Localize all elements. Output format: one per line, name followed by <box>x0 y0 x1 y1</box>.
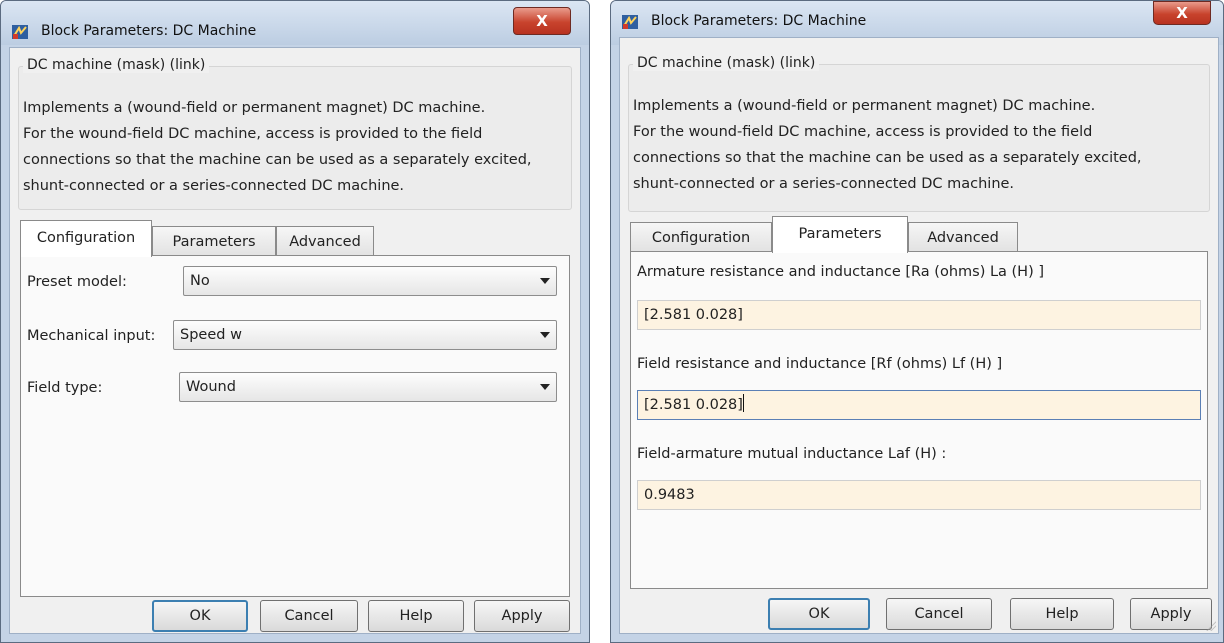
group-title: DC machine (mask) (link) <box>23 57 210 73</box>
block-parameters-dialog-configuration: Block Parameters: DC Machine X DC machin… <box>0 0 590 643</box>
dialog-body: DC machine (mask) (link) Implements a (w… <box>619 37 1219 634</box>
tab-parameters[interactable]: Parameters <box>152 226 276 256</box>
window-title: Block Parameters: DC Machine <box>651 13 867 29</box>
mechanical-input-select[interactable]: Speed w <box>173 320 557 350</box>
description-line: For the wound-field DC machine, access i… <box>23 126 483 142</box>
configuration-panel: Preset model: No Mechanical input: Speed… <box>20 255 570 597</box>
mutual-inductance-input[interactable]: 0.9483 <box>637 480 1201 510</box>
cancel-button[interactable]: Cancel <box>260 600 358 632</box>
tab-advanced[interactable]: Advanced <box>276 226 374 256</box>
group-title: DC machine (mask) (link) <box>633 55 820 71</box>
chevron-down-icon <box>540 278 550 284</box>
armature-label: Armature resistance and inductance [Ra (… <box>637 264 1045 280</box>
help-button[interactable]: Help <box>368 600 464 632</box>
description: Implements a (wound-field or permanent m… <box>633 93 1142 197</box>
mutual-inductance-value: 0.9483 <box>644 487 695 503</box>
text-cursor <box>742 394 744 412</box>
apply-button[interactable]: Apply <box>1130 598 1212 630</box>
preset-model-value: No <box>190 273 210 289</box>
description-line: shunt-connected or a series-connected DC… <box>23 178 405 194</box>
field-resistance-label: Field resistance and inductance [Rf (ohm… <box>637 356 1003 372</box>
preset-model-label: Preset model: <box>27 274 127 290</box>
tab-configuration[interactable]: Configuration <box>630 222 772 252</box>
description-line: Implements a (wound-field or permanent m… <box>633 98 1096 114</box>
cancel-button[interactable]: Cancel <box>886 598 992 630</box>
field-resistance-value: [2.581 0.028] <box>644 397 743 413</box>
close-button[interactable]: X <box>1153 1 1211 25</box>
tab-configuration[interactable]: Configuration <box>20 220 152 257</box>
mechanical-input-value: Speed w <box>180 327 242 343</box>
armature-value: [2.581 0.028] <box>644 307 743 323</box>
description-line: For the wound-field DC machine, access i… <box>633 124 1093 140</box>
close-button[interactable]: X <box>513 7 571 35</box>
mask-description-group: DC machine (mask) (link) Implements a (w… <box>628 55 1210 212</box>
chevron-down-icon <box>540 332 550 338</box>
field-type-label: Field type: <box>27 380 103 396</box>
mechanical-input-label: Mechanical input: <box>27 328 156 344</box>
simulink-block-icon <box>12 25 28 39</box>
mutual-inductance-label: Field-armature mutual inductance Laf (H)… <box>637 446 947 462</box>
block-parameters-dialog-parameters: Block Parameters: DC Machine X DC machin… <box>610 0 1224 643</box>
tab-advanced[interactable]: Advanced <box>908 222 1018 252</box>
description-line: connections so that the machine can be u… <box>23 152 532 168</box>
chevron-down-icon <box>540 384 550 390</box>
title-bar[interactable]: Block Parameters: DC Machine X <box>1 1 589 45</box>
ok-button[interactable]: OK <box>152 600 248 632</box>
description-line: shunt-connected or a series-connected DC… <box>633 176 1015 192</box>
resize-grip[interactable] <box>1206 621 1216 631</box>
parameters-panel: Armature resistance and inductance [Ra (… <box>630 251 1208 589</box>
description-line: Implements a (wound-field or permanent m… <box>23 100 486 116</box>
tab-parameters[interactable]: Parameters <box>772 216 908 253</box>
armature-input[interactable]: [2.581 0.028] <box>637 300 1201 330</box>
help-button[interactable]: Help <box>1010 598 1114 630</box>
field-resistance-input[interactable]: [2.581 0.028] <box>637 390 1201 420</box>
preset-model-select[interactable]: No <box>183 266 557 296</box>
description-line: connections so that the machine can be u… <box>633 150 1142 166</box>
field-type-value: Wound <box>186 379 236 395</box>
window-title: Block Parameters: DC Machine <box>41 23 257 39</box>
dialog-body: DC machine (mask) (link) Implements a (w… <box>9 47 581 634</box>
simulink-block-icon <box>622 15 638 29</box>
mask-description-group: DC machine (mask) (link) Implements a (w… <box>18 57 572 210</box>
apply-button[interactable]: Apply <box>474 600 570 632</box>
field-type-select[interactable]: Wound <box>179 372 557 402</box>
description: Implements a (wound-field or permanent m… <box>23 95 532 199</box>
ok-button[interactable]: OK <box>768 598 870 630</box>
